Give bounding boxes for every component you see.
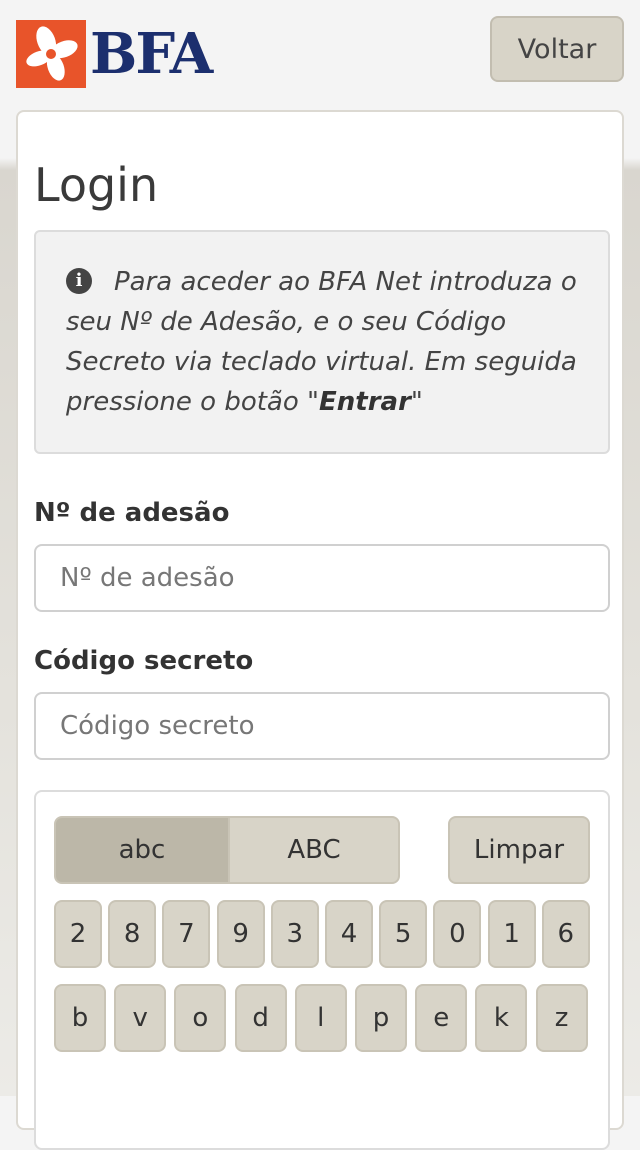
secret-code-input[interactable] [34,692,610,760]
adhesion-label: Nº de adesão [34,498,230,528]
key-6[interactable]: 6 [541,900,590,968]
flower-logo-icon [16,20,86,88]
page-title: Login [34,158,159,212]
key-b[interactable]: b [54,984,106,1052]
key-v[interactable]: v [114,984,167,1052]
virtual-keyboard: abc ABC Limpar 2879345016 bvodlpekz [34,790,610,1150]
login-card: Login i Para aceder ao BFA Net introduza… [16,110,624,1150]
key-d[interactable]: d [234,984,287,1052]
key-o[interactable]: o [174,984,227,1052]
key-3[interactable]: 3 [270,900,319,968]
info-text-bold: Entrar [319,387,411,417]
key-e[interactable]: e [415,984,468,1052]
clear-button[interactable]: Limpar [448,816,590,884]
key-4[interactable]: 4 [325,900,373,968]
key-0[interactable]: 0 [433,900,482,968]
key-2[interactable]: 2 [54,900,102,968]
bfa-logo: BFA [16,20,213,88]
uppercase-toggle[interactable]: ABC [228,816,400,884]
adhesion-input[interactable] [34,544,610,612]
key-9[interactable]: 9 [216,900,265,968]
key-k[interactable]: k [475,984,528,1052]
key-l[interactable]: l [294,984,347,1052]
key-7[interactable]: 7 [162,900,211,968]
key-p[interactable]: p [355,984,407,1052]
info-text-suffix: " [410,387,423,417]
info-box: i Para aceder ao BFA Net introduza o seu… [34,230,610,454]
key-5[interactable]: 5 [379,900,428,968]
info-text: Para aceder ao BFA Net introduza o seu N… [66,262,586,422]
secret-code-label: Código secreto [34,646,254,676]
key-z[interactable]: z [535,984,588,1052]
lowercase-toggle[interactable]: abc [54,816,230,884]
logo-text: BFA [90,21,213,87]
back-button[interactable]: Voltar [490,16,624,82]
key-1[interactable]: 1 [487,900,536,968]
key-8[interactable]: 8 [108,900,157,968]
